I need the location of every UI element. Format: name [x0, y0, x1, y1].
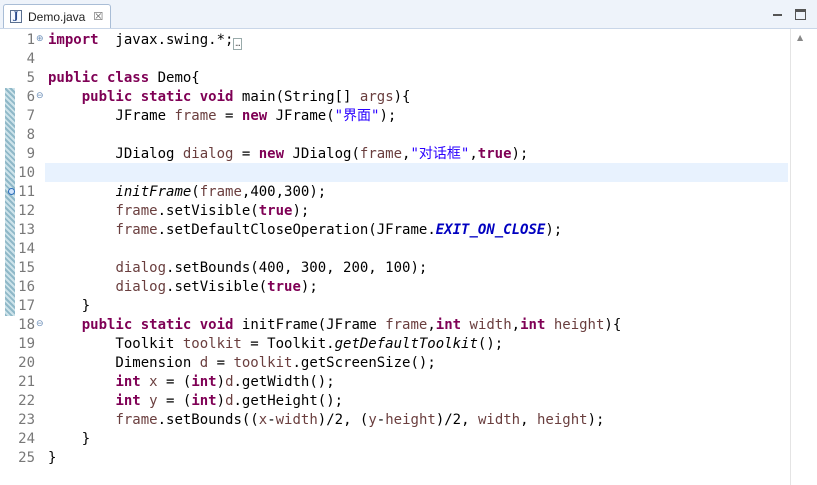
code-text: dialog.setBounds(400, 300, 200, 100);: [115, 260, 428, 276]
line-number: 4: [26, 51, 35, 67]
code-text: dialog.setVisible(true);: [115, 279, 318, 295]
line-number: 14: [18, 241, 35, 257]
code-text: JFrame frame = new JFrame("界面");: [48, 108, 397, 124]
code-text: int x = (int)d.getWidth();: [115, 374, 335, 390]
code-line[interactable]: 5 public class Demo{: [0, 69, 790, 88]
code-text: frame.setDefaultCloseOperation(JFrame.EX…: [115, 222, 563, 238]
code-text: import javax.swing.*;…: [48, 31, 243, 50]
code-text: Toolkit toolkit = Toolkit.getDefaultTool…: [48, 336, 504, 352]
line-number: 15: [18, 260, 35, 276]
close-tab-icon[interactable]: ☒: [93, 10, 103, 23]
line-number: 10: [18, 165, 35, 181]
line-number: 1: [26, 32, 35, 48]
code-line[interactable]: 13 frame.setDefaultCloseOperation(JFrame…: [0, 221, 790, 240]
collapse-fold-icon[interactable]: ⊖: [36, 92, 45, 101]
code-line[interactable]: 17 }: [0, 297, 790, 316]
code-line[interactable]: 25}: [0, 449, 790, 468]
code-line[interactable]: 20 Dimension d = toolkit.getScreenSize()…: [0, 354, 790, 373]
editor-tab-bar: J Demo.java ☒: [0, 0, 817, 29]
code-line[interactable]: 24 }: [0, 430, 790, 449]
eclipse-editor-window: J Demo.java ☒ 1 ⊕ import javax.swing.*;… 4 5…: [0, 0, 817, 485]
code-text: public class Demo{: [48, 70, 200, 86]
line-number: 17: [18, 298, 35, 314]
code-line[interactable]: 4: [0, 50, 790, 69]
code-line[interactable]: 12 frame.setVisible(true);: [0, 202, 790, 221]
code-line[interactable]: 18 ⊖ public static void initFrame(JFrame …: [0, 316, 790, 335]
line-number: 22: [18, 393, 35, 409]
code-editor[interactable]: 1 ⊕ import javax.swing.*;… 4 5 public class D…: [0, 29, 817, 485]
line-number: 23: [18, 412, 35, 428]
code-text: initFrame(frame,400,300);: [115, 184, 327, 200]
code-line[interactable]: 14: [0, 240, 790, 259]
maximize-icon[interactable]: [795, 9, 806, 20]
code-line[interactable]: 15 dialog.setBounds(400, 300, 200, 100);: [0, 259, 790, 278]
line-number: 7: [26, 108, 35, 124]
code-line[interactable]: 19 Toolkit toolkit = Toolkit.getDefaultT…: [0, 335, 790, 354]
tab-title: Demo.java: [28, 9, 86, 24]
code-text: int y = (int)d.getHeight();: [115, 393, 344, 409]
line-number: 11: [18, 184, 35, 200]
code-text: frame.setBounds((x-width)/2, (y-height)/…: [115, 412, 605, 428]
line-number: 5: [26, 70, 35, 86]
code-line[interactable]: 23 frame.setBounds((x-width)/2, (y-heigh…: [0, 411, 790, 430]
collapse-fold-icon[interactable]: ⊖: [36, 320, 45, 329]
code-line[interactable]: 8: [0, 126, 790, 145]
line-number: 13: [18, 222, 35, 238]
line-number: 24: [18, 431, 35, 447]
tab-demo-java[interactable]: J Demo.java ☒: [3, 4, 111, 28]
java-file-icon: J: [10, 10, 22, 23]
marker-icon[interactable]: [8, 188, 15, 195]
code-text: public static void main(String[] args){: [81, 89, 411, 105]
code-text: JDialog dialog = new JDialog(frame,"对话框"…: [48, 146, 529, 162]
line-number: 19: [18, 336, 35, 352]
code-text: public static void initFrame(JFrame fram…: [81, 317, 622, 333]
line-number: 20: [18, 355, 35, 371]
code-line[interactable]: 22 int y = (int)d.getHeight();: [0, 392, 790, 411]
vertical-scrollbar[interactable]: [790, 29, 817, 485]
line-number: 21: [18, 374, 35, 390]
code-line[interactable]: 7 JFrame frame = new JFrame("界面");: [0, 107, 790, 126]
line-number: 18: [18, 317, 35, 333]
line-number: 9: [26, 146, 35, 162]
folded-imports-icon[interactable]: …: [233, 38, 243, 50]
code-line[interactable]: 16 dialog.setVisible(true);: [0, 278, 790, 297]
scroll-up-icon[interactable]: ▲: [797, 33, 803, 42]
code-text: }: [48, 450, 57, 466]
code-text: }: [48, 431, 91, 447]
expand-fold-icon[interactable]: ⊕: [36, 35, 45, 44]
code-text: frame.setVisible(true);: [115, 203, 310, 219]
code-line[interactable]: 11 initFrame(frame,400,300);: [0, 183, 790, 202]
line-number: 25: [18, 450, 35, 466]
line-number: 16: [18, 279, 35, 295]
line-number: 6: [26, 89, 35, 105]
code-line[interactable]: 6 ⊖ public static void main(String[] args…: [0, 88, 790, 107]
code-text: }: [48, 298, 91, 314]
minimize-icon[interactable]: [772, 9, 783, 20]
code-line[interactable]: 9 JDialog dialog = new JDialog(frame,"对话…: [0, 145, 790, 164]
code-line[interactable]: 1 ⊕ import javax.swing.*;…: [0, 31, 790, 50]
code-line[interactable]: 21 int x = (int)d.getWidth();: [0, 373, 790, 392]
code-text: Dimension d = toolkit.getScreenSize();: [48, 355, 436, 371]
code-line[interactable]: 10: [0, 164, 790, 183]
line-number: 12: [18, 203, 35, 219]
line-number: 8: [26, 127, 35, 143]
